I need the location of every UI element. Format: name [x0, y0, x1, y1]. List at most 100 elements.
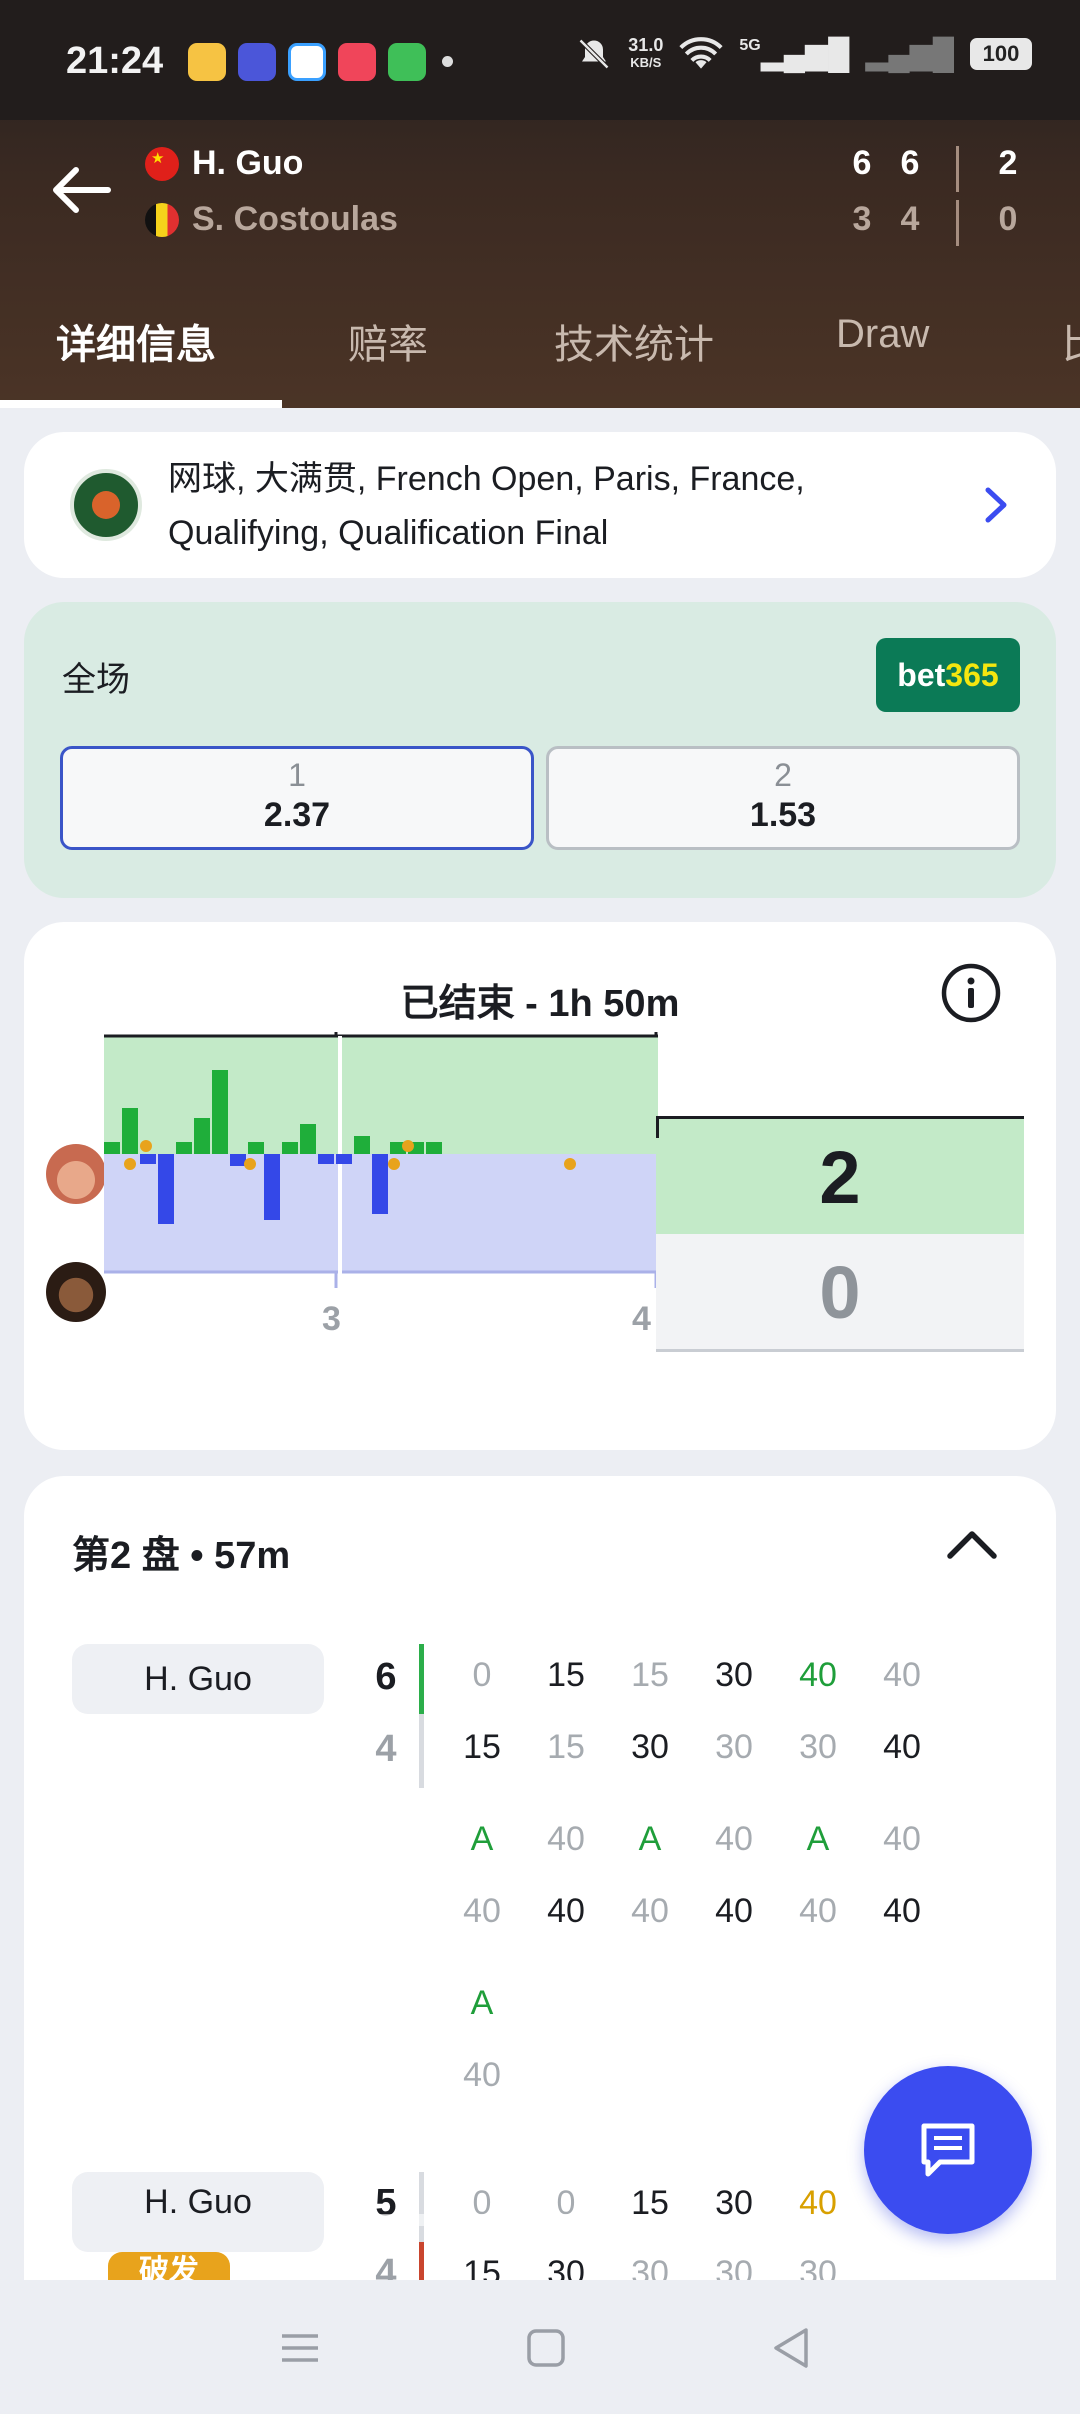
game1-score-loser: 4 [375, 1728, 397, 1770]
point-score: 30 [715, 2184, 753, 2222]
p1-set2-score: 6 [900, 144, 920, 182]
point-score: 40 [715, 1820, 753, 1858]
system-status: 31.0 KB/S 5G▂▄▆█ ▂▄▆█ 100 [576, 36, 1032, 72]
tab-odds[interactable]: 赔率 [348, 312, 428, 370]
serve-ball-icon [402, 1140, 414, 1152]
odds-key: 2 [774, 757, 792, 793]
tab-draw[interactable]: Draw [836, 312, 929, 357]
point-score: 40 [631, 1892, 669, 1930]
chevron-right-icon[interactable] [976, 482, 1016, 528]
serve-ball-icon [140, 1140, 152, 1152]
momentum-bar [140, 1154, 156, 1164]
info-icon[interactable] [940, 962, 1002, 1024]
active-tab-indicator [0, 400, 282, 408]
point-score: 30 [547, 2254, 585, 2282]
bookmaker-prefix: bet [897, 657, 946, 693]
point-score: 40 [799, 1656, 837, 1694]
tab-bar: 详细信息 赔率 技术统计 Draw 比 [0, 300, 1080, 408]
chat-button[interactable] [864, 2066, 1032, 2234]
point-row: 40 40 40 40 40 40 [440, 1892, 944, 1931]
signal-icon-2: ▂▄▆█ [865, 37, 954, 71]
back-icon[interactable] [762, 2318, 822, 2378]
tab-stats[interactable]: 技术统计 [554, 312, 714, 370]
player2-avatar [46, 1262, 106, 1322]
point-score: 15 [547, 1656, 585, 1694]
back-arrow-icon[interactable] [46, 160, 118, 220]
tournament-info: 网球, 大满贯, French Open, Paris, France, Qua… [168, 452, 928, 560]
video-app-icon [338, 43, 376, 81]
serve-ball-icon [388, 1158, 400, 1170]
tv-app-icon [388, 43, 426, 81]
odds-option-2[interactable]: 2 1.53 [546, 746, 1020, 850]
odds-card: 全场 bet365 1 2.37 2 1.53 [24, 602, 1056, 898]
momentum-bar [104, 1142, 120, 1154]
point-score: A [806, 1820, 830, 1858]
game1-receiver-bar [419, 1714, 424, 1788]
momentum-bar [336, 1154, 352, 1164]
p1-momentum-bg [104, 1036, 658, 1154]
odds-market-label: 全场 [62, 661, 130, 699]
momentum-bar [300, 1124, 316, 1154]
camera-app-icon [288, 43, 326, 81]
point-score: 30 [715, 2254, 753, 2282]
p2-sets-won-value: 0 [819, 1251, 861, 1334]
point-row: A 40 A 40 A 40 [440, 1820, 944, 1859]
game1-player-pill: H. Guo [72, 1644, 324, 1714]
battery-icon: 100 [970, 38, 1032, 70]
game2-player-pill: H. Guo [72, 2172, 324, 2252]
point-score: 30 [799, 1728, 837, 1766]
momentum-bar [264, 1154, 280, 1220]
player2-name[interactable]: S. Costoulas [192, 200, 398, 239]
system-nav-bar [0, 2280, 1080, 2414]
tieba-icon [238, 43, 276, 81]
momentum-bar [282, 1142, 298, 1154]
p1-sets-won-cell: 2 [656, 1116, 1024, 1234]
p1-sets-won-value: 2 [819, 1136, 861, 1219]
more-notifications-dot [442, 56, 453, 67]
roland-garros-logo [70, 469, 142, 541]
point-score: 40 [883, 1892, 921, 1930]
point-score: 30 [715, 1728, 753, 1766]
momentum-bar [230, 1154, 246, 1166]
weibo-icon [188, 43, 226, 81]
momentum-card: 已结束 - 1h 50m 6 6 3 4 2 0 [24, 922, 1056, 1450]
bet365-logo[interactable]: bet365 [876, 638, 1020, 712]
point-row: 40 [440, 2056, 524, 2095]
point-score: 40 [799, 1892, 837, 1930]
p2-set1-score: 3 [852, 200, 872, 238]
tab-details[interactable]: 详细信息 [56, 312, 216, 370]
set2-p2-label: 4 [632, 1300, 651, 1338]
p2-set2-score: 4 [900, 200, 920, 238]
game2-bar-top [419, 2172, 424, 2242]
player1-avatar [46, 1144, 106, 1204]
momentum-bar [354, 1136, 370, 1154]
home-icon[interactable] [516, 2318, 576, 2378]
p1-set1-score: 6 [852, 144, 872, 182]
point-score: 40 [883, 1728, 921, 1766]
notification-icons [188, 43, 426, 81]
break-badge: 破发 [108, 2252, 230, 2280]
point-score: 15 [463, 1728, 501, 1766]
tournament-line1: 网球, 大满贯, French Open, Paris, France, [168, 460, 805, 498]
set-title: 第2 盘 • 57m [72, 1535, 291, 1577]
point-score: 30 [631, 1728, 669, 1766]
menu-icon[interactable] [270, 2318, 330, 2378]
odds-key: 1 [288, 757, 306, 793]
point-score: 40 [547, 1820, 585, 1858]
tab-more[interactable]: 比 [1062, 312, 1080, 370]
sets-box-tick [656, 1116, 659, 1138]
point-row: 15 30 30 30 30 [440, 2254, 860, 2282]
tournament-card[interactable]: 网球, 大满贯, French Open, Paris, France, Qua… [24, 432, 1056, 578]
momentum-bar [176, 1142, 192, 1154]
player1-name[interactable]: H. Guo [192, 144, 303, 183]
point-score: 40 [463, 2056, 501, 2094]
point-score: 40 [463, 1892, 501, 1930]
score-divider [956, 146, 959, 192]
momentum-bar [372, 1154, 388, 1214]
odds-value: 1.53 [749, 796, 817, 834]
point-score: A [638, 1820, 662, 1858]
odds-option-1[interactable]: 1 2.37 [60, 746, 534, 850]
game2-score-loser: 4 [375, 2252, 397, 2280]
score-divider-2 [956, 200, 959, 246]
chevron-up-icon[interactable] [944, 1524, 1000, 1564]
